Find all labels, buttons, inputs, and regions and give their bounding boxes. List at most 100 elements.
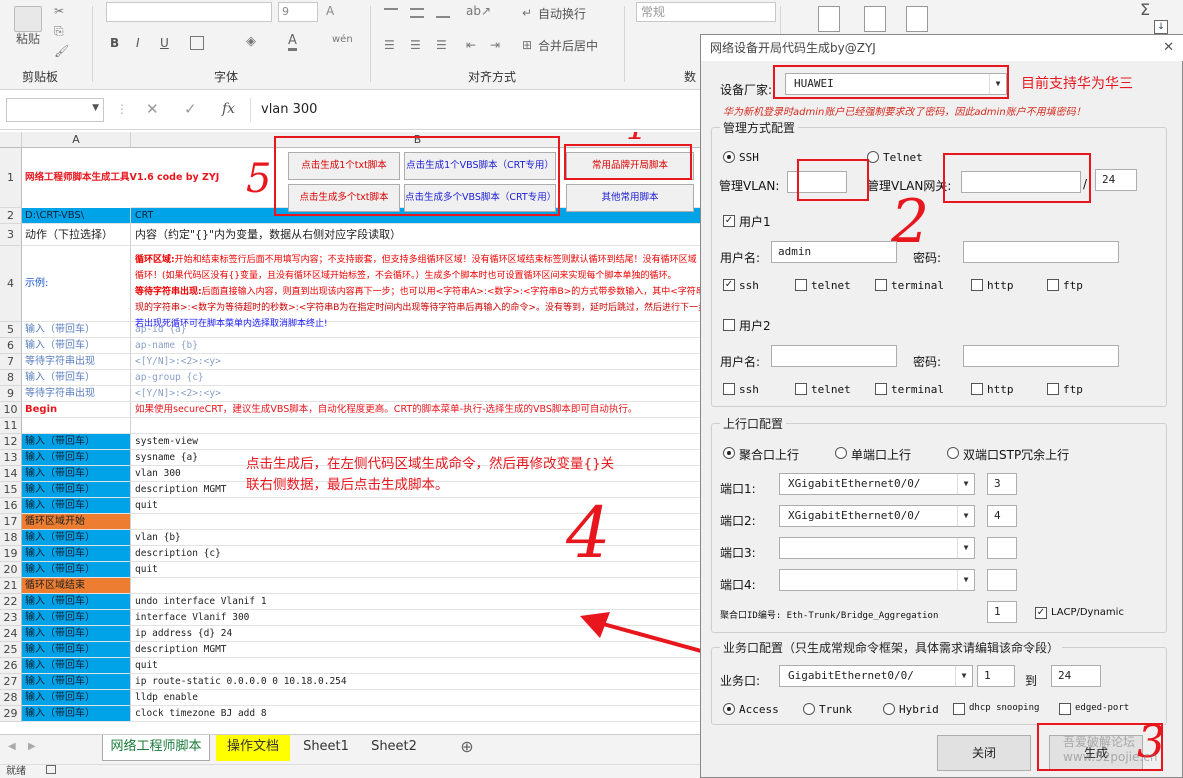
row-header[interactable]: 23 xyxy=(0,610,22,626)
align-left-icon[interactable]: ☰ xyxy=(384,38,395,52)
row-header[interactable]: 25 xyxy=(0,642,22,658)
cell-b[interactable]: <[Y/N]>:<2>:<y> xyxy=(131,386,705,402)
cell-a[interactable]: 动作（下拉选择） xyxy=(22,224,131,246)
cell-b[interactable]: ap-group {c} xyxy=(131,370,705,386)
align-top-icon[interactable] xyxy=(384,8,398,18)
cell-a[interactable]: 循环区域结束 xyxy=(22,578,131,594)
column-header-b[interactable]: B xyxy=(131,132,705,148)
cell-b[interactable]: vlan {b} xyxy=(131,530,705,546)
number-format-select[interactable]: 常规 xyxy=(636,2,776,22)
port-select[interactable]: ▼ xyxy=(779,537,975,559)
insert-icon[interactable] xyxy=(818,6,840,32)
cell-a[interactable]: 输入（带回车） xyxy=(22,498,131,514)
cell-a[interactable]: D:\CRT-VBS\ xyxy=(22,208,131,224)
chevron-down-icon[interactable]: ▼ xyxy=(989,74,1006,94)
select-all-corner[interactable] xyxy=(0,132,22,148)
tab-sheet1[interactable]: Sheet1 xyxy=(296,735,356,761)
cell-a[interactable]: Begin xyxy=(22,402,131,418)
align-bottom-icon[interactable] xyxy=(436,8,450,18)
name-box[interactable]: ▼ xyxy=(6,98,104,122)
orientation-icon[interactable]: ab↗ xyxy=(466,4,491,18)
mask-input[interactable]: 24 xyxy=(1095,169,1137,191)
row-header[interactable]: 20 xyxy=(0,562,22,578)
service-checkbox-telnet[interactable] xyxy=(795,383,807,395)
agg-id-input[interactable]: 1 xyxy=(987,601,1017,623)
cancel-icon[interactable]: ✕ xyxy=(146,100,159,118)
row-header[interactable]: 12 xyxy=(0,434,22,450)
copy-icon[interactable]: ⎘ xyxy=(54,24,64,39)
tab-scroll-left-icon[interactable]: ◀ xyxy=(8,741,16,752)
ssh-radio[interactable] xyxy=(723,151,735,163)
merge-icon[interactable]: ⊞ xyxy=(522,38,532,52)
row-header[interactable]: 7 xyxy=(0,354,22,370)
service-checkbox-terminal[interactable] xyxy=(875,279,887,291)
cell-a[interactable]: 输入（带回车） xyxy=(22,674,131,690)
font-color-icon[interactable]: A xyxy=(288,33,297,51)
service-checkbox-http[interactable] xyxy=(971,279,983,291)
mgmt-gw-input[interactable] xyxy=(961,171,1081,193)
trunk-radio[interactable] xyxy=(803,703,815,715)
cell-b[interactable]: quit xyxy=(131,562,705,578)
delete-icon[interactable] xyxy=(864,6,886,32)
cell-a[interactable]: 输入（带回车） xyxy=(22,434,131,450)
row-header[interactable]: 26 xyxy=(0,658,22,674)
cell-a[interactable]: 输入（带回车） xyxy=(22,706,131,722)
cell-a[interactable]: 输入（带回车） xyxy=(22,482,131,498)
port-select[interactable]: XGigabitEthernet0/0/ ▼ xyxy=(779,505,975,527)
port-select[interactable]: XGigabitEthernet0/0/ ▼ xyxy=(779,473,975,495)
telnet-radio[interactable] xyxy=(867,151,879,163)
align-right-icon[interactable]: ☰ xyxy=(436,38,447,52)
tab-sheet2[interactable]: Sheet2 xyxy=(364,735,424,761)
align-center-icon[interactable]: ☰ xyxy=(410,38,421,52)
cell-a[interactable]: 输入（带回车） xyxy=(22,562,131,578)
formula-input[interactable]: vlan 300 xyxy=(250,98,700,122)
row-header[interactable]: 4 xyxy=(0,246,22,322)
row-header[interactable]: 17 xyxy=(0,514,22,530)
vendor-select[interactable]: HUAWEI ▼ xyxy=(785,73,1007,95)
gen-many-vbs-button[interactable]: 点击生成多个VBS脚本（CRT专用） xyxy=(404,184,556,212)
bold-button[interactable]: B xyxy=(110,36,119,50)
service-checkbox-ssh[interactable]: ✓ xyxy=(723,279,735,291)
user2-password-input[interactable] xyxy=(963,345,1119,367)
port-number-input[interactable] xyxy=(987,537,1017,559)
cell-a[interactable]: 等待字符串出现 xyxy=(22,386,131,402)
cell-b[interactable]: ap-name {b} xyxy=(131,338,705,354)
row-header[interactable]: 9 xyxy=(0,386,22,402)
port-number-input[interactable]: 3 xyxy=(987,473,1017,495)
user1-checkbox[interactable]: ✓ xyxy=(723,215,735,227)
row-header[interactable]: 11 xyxy=(0,418,22,434)
service-checkbox-telnet[interactable] xyxy=(795,279,807,291)
lacp-checkbox[interactable]: ✓ xyxy=(1035,607,1047,619)
single-uplink-radio[interactable] xyxy=(835,447,847,459)
tab-sheet-main[interactable]: 网络工程师脚本 xyxy=(102,735,210,761)
cell-b[interactable]: 内容（约定"{}"内为变量，数据从右侧对应字段读取） xyxy=(131,224,705,246)
chevron-down-icon[interactable]: ▼ xyxy=(957,570,974,590)
align-middle-icon[interactable] xyxy=(410,8,424,18)
biz-from-input[interactable]: 1 xyxy=(977,665,1015,687)
phonetic-icon[interactable]: wén xyxy=(332,34,353,45)
merge-center-button[interactable]: 合并后居中 xyxy=(538,37,598,54)
port-number-input[interactable] xyxy=(987,569,1017,591)
biz-to-input[interactable]: 24 xyxy=(1051,665,1101,687)
cell-a[interactable]: 网络工程师脚本生成工具V1.6 code by ZYJ xyxy=(22,148,272,208)
gen-many-txt-button[interactable]: 点击生成多个txt脚本 xyxy=(288,184,400,212)
cell-b[interactable] xyxy=(131,514,705,530)
agg-uplink-radio[interactable] xyxy=(723,447,735,459)
port-number-input[interactable]: 4 xyxy=(987,505,1017,527)
insert-function-icon[interactable]: fx xyxy=(222,101,235,117)
cell-a[interactable]: 输入（带回车） xyxy=(22,658,131,674)
row-header[interactable]: 14 xyxy=(0,466,22,482)
row-header[interactable]: 18 xyxy=(0,530,22,546)
cut-icon[interactable]: ✂ xyxy=(54,4,64,18)
decrease-indent-icon[interactable]: ⇤ xyxy=(466,38,476,52)
chevron-down-icon[interactable]: ▼ xyxy=(957,538,974,558)
cell-a[interactable]: 输入（带回车） xyxy=(22,626,131,642)
cell-a[interactable]: 等待字符串出现 xyxy=(22,354,131,370)
add-sheet-icon[interactable]: ⊕ xyxy=(452,735,482,761)
row-header[interactable]: 24 xyxy=(0,626,22,642)
user2-name-input[interactable] xyxy=(771,345,897,367)
service-checkbox-http[interactable] xyxy=(971,383,983,395)
user2-checkbox[interactable] xyxy=(723,319,735,331)
row-header[interactable]: 5 xyxy=(0,322,22,338)
access-radio[interactable] xyxy=(723,703,735,715)
